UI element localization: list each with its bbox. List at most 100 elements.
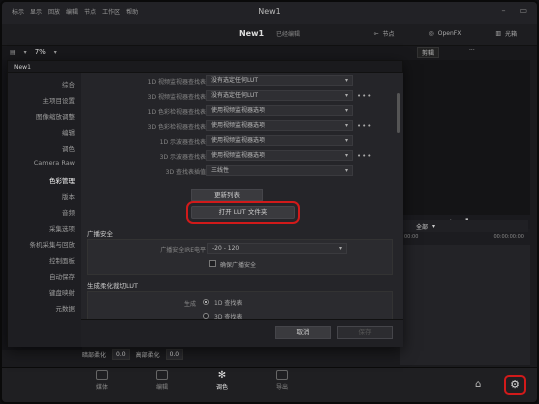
nav-item-autosave[interactable]: 自动保存 [49,271,75,281]
toolbar-right: ⟜ 节点 ◎ OpenFX ▥ 光箱 [373,29,517,39]
color-management-content: 1D 视频监视器查找表 没有选定任何LUT ▾ 3D 视频监视器查找表 没有选定任… [81,73,403,347]
secondary-toolbar: ▤ ▾ 7% ▾ 剪辑 ··· [2,46,537,60]
lut-select-value: 没有选定任何LUT [211,77,259,84]
zoom-dropdown-icon[interactable]: ▾ [54,49,57,56]
nav-item-keyboard[interactable]: 键盘映射 [49,287,75,297]
layout-icon[interactable]: ▤ [10,49,16,56]
deliver-icon [276,370,288,380]
page-bar: 媒体 编辑 ✻ 调色 导出 ⌂ ⚙ [2,367,537,402]
lut-select[interactable]: 使用视频监视器选项 ▾ [206,135,353,146]
lut-row-label: 1D 示波器查找表 [159,139,206,146]
timecode-left: 00:00 [404,234,419,240]
nav-item-image-scaling[interactable]: 图像缩放调整 [36,111,75,121]
more-options-icon[interactable]: ••• [357,152,372,160]
lut-select[interactable]: 使用视频监视器选项 ▾ [206,150,353,161]
lut-select[interactable]: 三线性 ▾ [206,165,353,176]
media-icon [96,370,108,380]
lut-row: 3D 色彩检视器查找表 使用视频监视器选项 ▾ ••• [81,120,381,132]
more-options-icon[interactable]: ••• [357,92,372,100]
nav-item-deck-capture[interactable]: 条机采集与回放 [30,239,76,249]
lut-select[interactable]: 使用视频监视器选项 ▾ [206,120,353,131]
open-lut-folder-button[interactable]: 打开 LUT 文件夹 [186,201,300,224]
page-tab-edit[interactable]: 编辑 [132,370,192,391]
nav-item-general[interactable]: 综合 [62,79,75,89]
nav-item-metadata[interactable]: 元数据 [56,303,76,313]
more-icon[interactable]: ··· [469,47,475,58]
checkbox-label: 确保广播安全 [220,262,257,269]
page-label: 调色 [215,384,228,391]
nav-item-audio[interactable]: 音频 [62,207,75,217]
nav-item-color-management[interactable]: 色彩管理 [49,175,75,185]
dropdown-icon[interactable]: ▾ [24,49,27,56]
gear-icon[interactable]: ⚙ [504,375,526,395]
all-label: 全部 [416,223,429,231]
update-lists-button[interactable]: 更新列表 [191,189,263,201]
page-tab-deliver[interactable]: 导出 [252,370,312,391]
openfx-icon: ◎ [428,30,434,37]
nodes-button[interactable]: ⟜ 节点 [373,29,395,39]
chevron-down-icon: ▾ [344,92,348,99]
page-tabs: 媒体 编辑 ✻ 调色 导出 [72,370,312,391]
nav-item-editing[interactable]: 编辑 [62,127,75,137]
soften-lut-title: 生成柔化裁切LUT [87,282,139,290]
page-tab-color[interactable]: ✻ 调色 [192,370,252,391]
minimize-icon[interactable]: – [501,6,505,15]
lut-select[interactable]: 没有选定任何LUT ▾ [206,90,353,101]
ire-value: -20 - 120 [212,245,240,252]
lut-row-label: 3D 查找表插值 [165,169,206,176]
lut-select-value: 使用视频监视器选项 [211,107,266,114]
openfx-button[interactable]: ◎ OpenFX [428,30,461,37]
zoom-value[interactable]: 7% [35,48,46,56]
dark-soften-value[interactable]: 0.0 [112,349,130,360]
lut-row: 3D 视频监视器查找表 没有选定任何LUT ▾ ••• [81,90,381,102]
right-panel: ♣ ▟ ▦ 全部 ▾ 00:00 00:00:00:00 [400,60,530,365]
chevron-down-icon: ▾ [432,222,436,230]
lightbox-label: 光箱 [504,31,517,38]
main-toolbar: New1 已经编辑 ⟜ 节点 ◎ OpenFX ▥ 光箱 [2,24,537,46]
maximize-icon[interactable]: ▭ [519,6,527,15]
nav-item-master-settings[interactable]: 主项目设置 [43,95,76,105]
home-icon[interactable]: ⌂ [475,379,481,390]
lut-row: 3D 查找表插值 三线性 ▾ [81,165,381,177]
lut-select-value: 使用视频监视器选项 [211,152,266,159]
page-tab-media[interactable]: 媒体 [72,370,132,391]
chevron-down-icon: ▾ [344,77,348,84]
nav-item-control-panels[interactable]: 控制面板 [49,255,75,265]
lut-select[interactable]: 没有选定任何LUT ▾ [206,75,353,86]
chevron-down-icon: ▾ [344,107,348,114]
nav-item-versions[interactable]: 版本 [62,191,75,201]
lut-row: 1D 色彩检视器查找表 使用视频监视器选项 ▾ [81,105,381,117]
ire-select[interactable]: -20 - 120 ▾ [207,243,347,254]
lut-row-label: 1D 色彩检视器查找表 [147,109,206,116]
all-dropdown[interactable]: 全部 ▾ [402,220,528,232]
title-bar: 标示 显示 回放 编辑 节点 工作区 帮助 New1 – ▭ [2,2,537,24]
lut-select-value: 没有选定任何LUT [211,92,259,99]
scrollbar[interactable] [397,93,400,133]
soften-controls: 暗部柔化 0.0 高部柔化 0.0 [82,349,184,360]
lut-row-label: 1D 视频监视器查找表 [147,79,206,86]
nav-item-camera-raw[interactable]: Camera Raw [34,159,75,167]
lut-row: 3D 示波器查找表 使用视频监视器选项 ▾ ••• [81,150,381,162]
chevron-down-icon: ▾ [344,122,348,129]
broadcast-safe-box: 广播安全IRE电平 -20 - 120 ▾ 确保广播安全 [87,239,393,275]
clips-dropdown[interactable]: 剪辑 [417,47,440,58]
radio-1d-lut[interactable] [203,299,209,305]
nodes-icon: ⟜ [373,29,379,37]
light-soften-value[interactable]: 0.0 [165,349,184,360]
broadcast-safe-checkbox[interactable] [209,260,216,267]
keyframe-track[interactable] [400,245,530,365]
save-button[interactable]: 保存 [337,326,393,339]
dark-soften-label: 暗部柔化 [82,352,107,359]
lightbox-button[interactable]: ▥ 光箱 [495,29,517,38]
more-options-icon[interactable]: ••• [357,122,372,130]
color-wheel-icon: ✻ [217,370,227,381]
cancel-button[interactable]: 取消 [275,326,331,339]
light-soften-label: 高部柔化 [135,352,160,359]
lut-select[interactable]: 使用视频监视器选项 ▾ [206,105,353,116]
page-label: 媒体 [95,384,108,391]
lut-select-value: 使用视频监视器选项 [211,122,266,129]
broadcast-safe-title: 广播安全 [87,230,113,238]
nav-item-capture[interactable]: 采集选项 [49,223,75,233]
chevron-down-icon: ▾ [344,167,348,174]
nav-item-color[interactable]: 调色 [62,143,75,153]
